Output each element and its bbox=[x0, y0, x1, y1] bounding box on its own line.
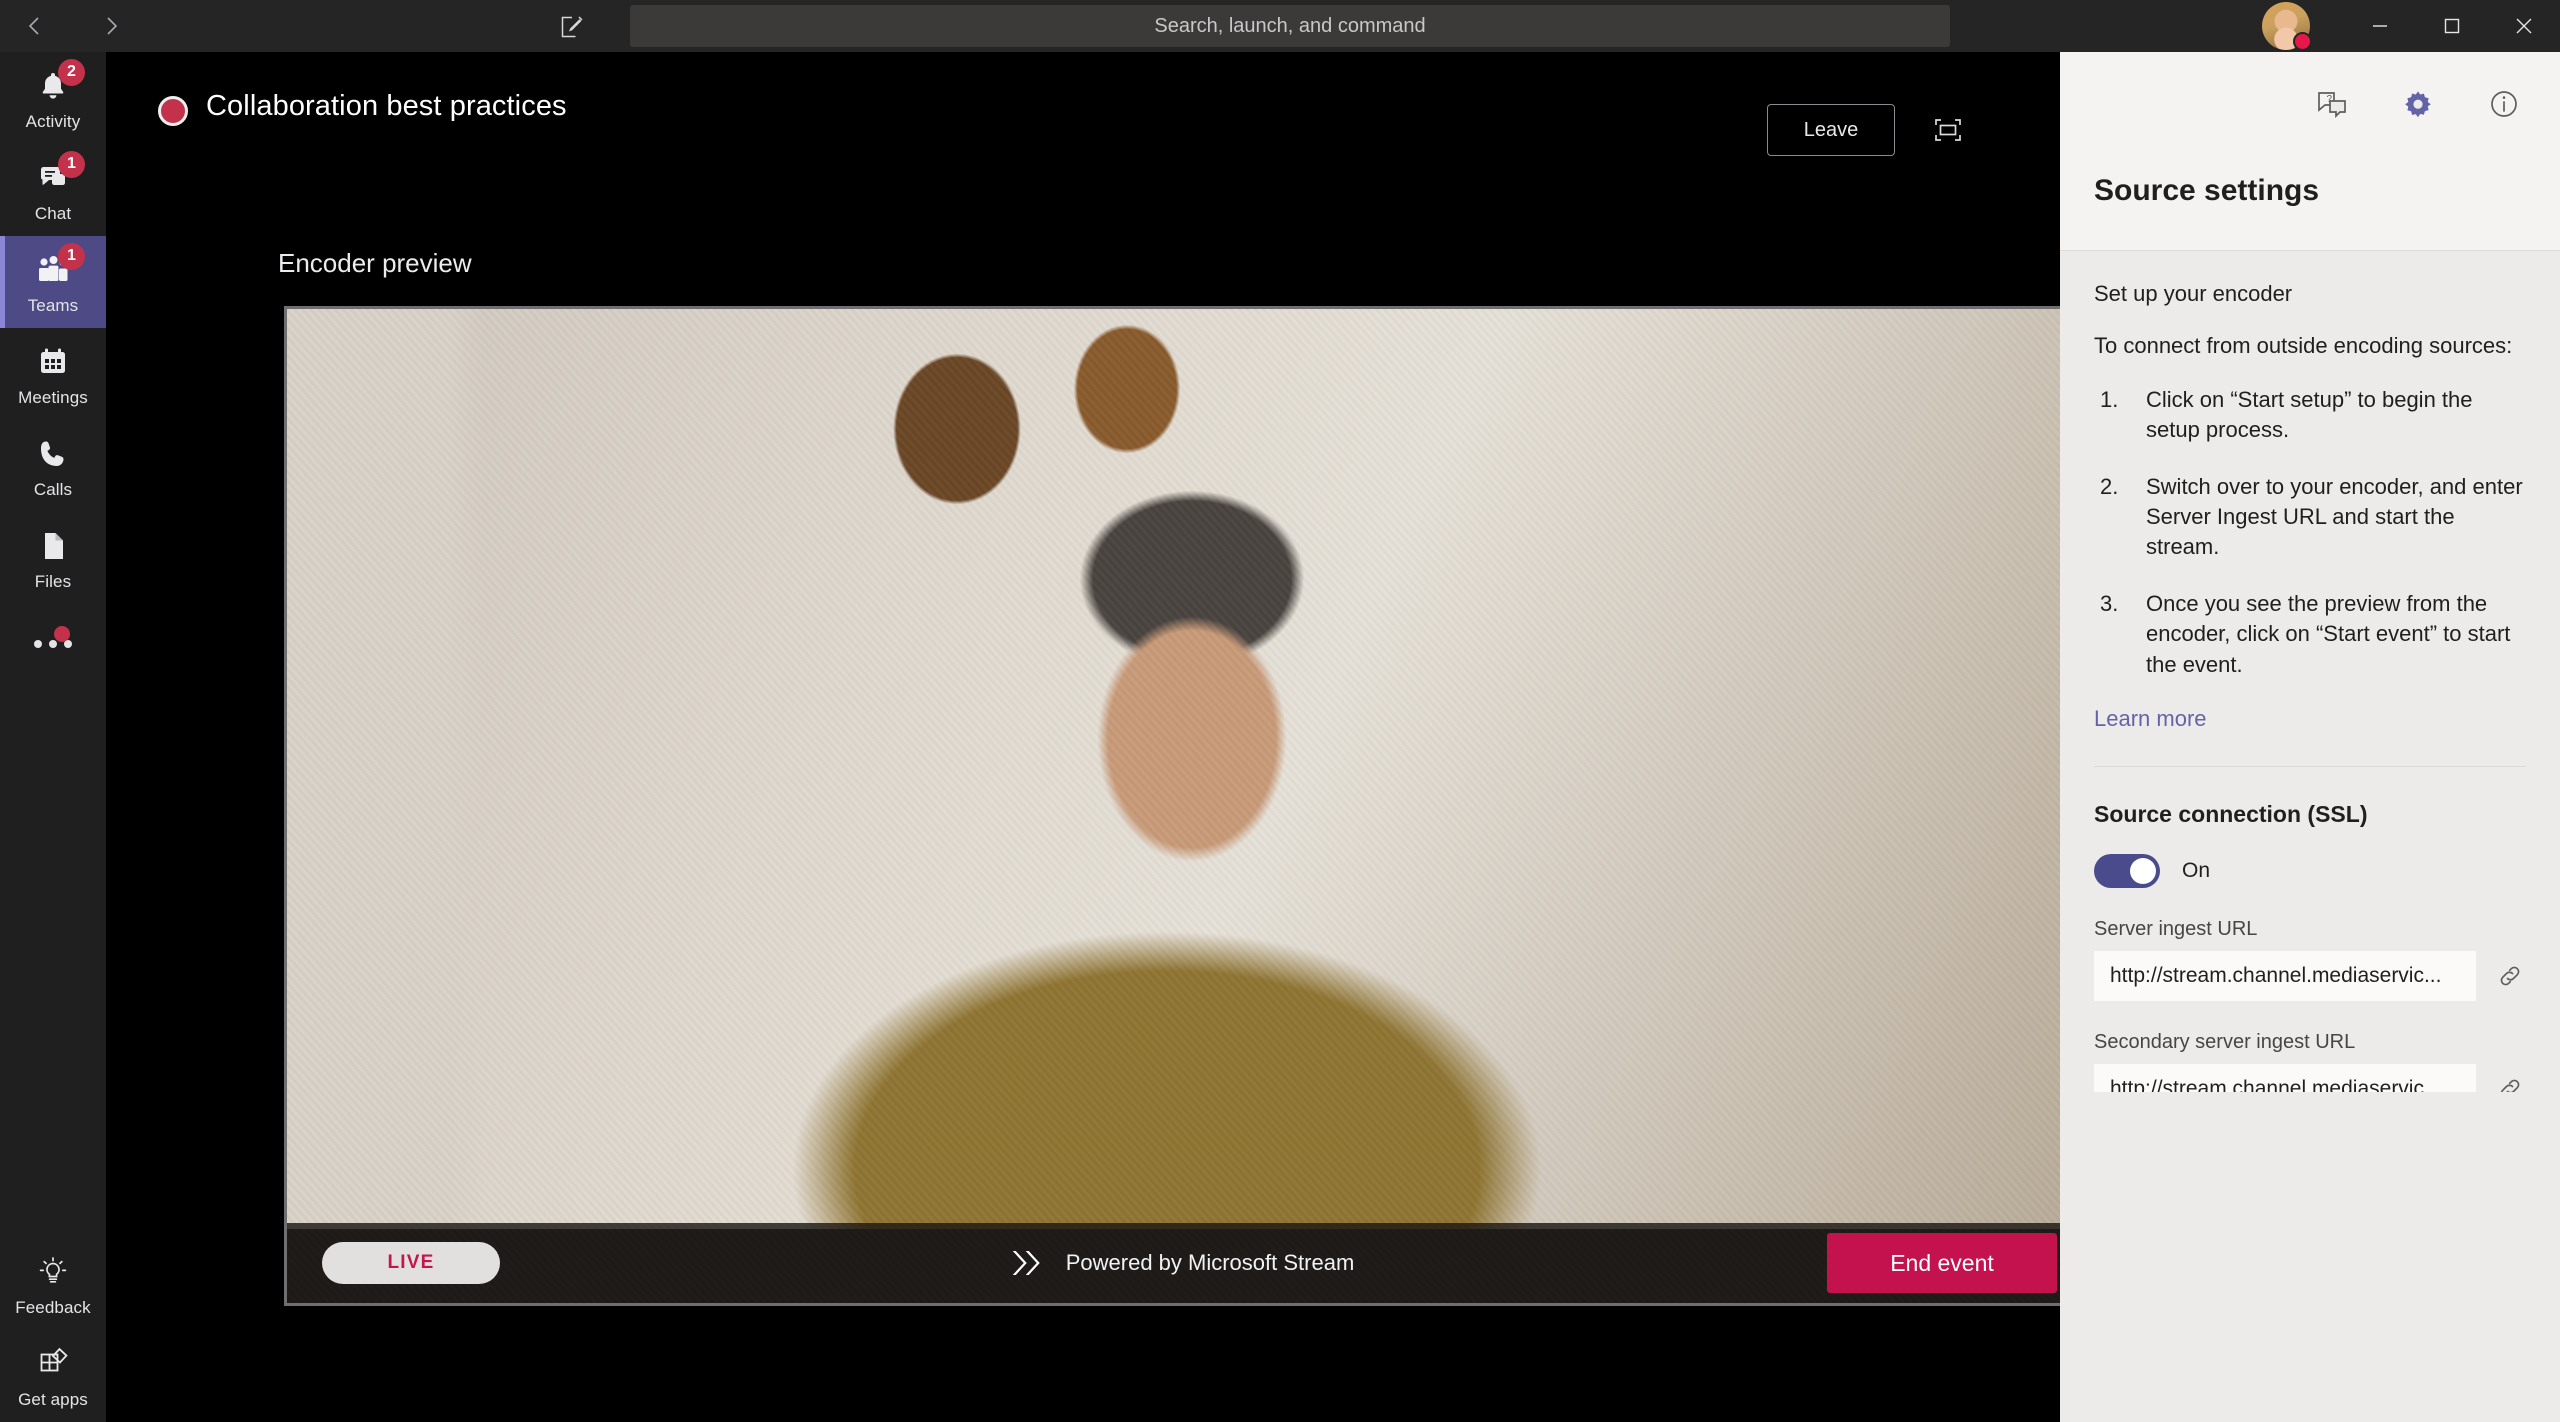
meeting-stage: Collaboration best practices Leave Encod… bbox=[106, 52, 2074, 1422]
encoder-preview-label: Encoder preview bbox=[278, 248, 472, 278]
sidebar-item-meetings[interactable]: Meetings bbox=[0, 328, 106, 420]
server-ingest-url-input[interactable] bbox=[2094, 950, 2476, 1001]
chat-badge: 1 bbox=[58, 150, 85, 178]
end-event-button[interactable]: End event bbox=[1827, 1233, 2057, 1293]
gear-icon[interactable] bbox=[2396, 82, 2440, 126]
panel-title: Source settings bbox=[2060, 156, 2560, 250]
ellipsis-icon bbox=[34, 640, 72, 648]
recording-dot-icon bbox=[158, 96, 188, 126]
sidebar-item-files[interactable]: Files bbox=[0, 512, 106, 604]
sidebar-item-teams[interactable]: 1 Teams bbox=[0, 236, 106, 328]
sidebar-item-label: Files bbox=[34, 571, 72, 591]
more-apps-button[interactable] bbox=[0, 604, 106, 684]
svg-text:?: ? bbox=[2327, 94, 2333, 105]
secondary-server-ingest-url-label: Secondary server ingest URL bbox=[2094, 1030, 2356, 1053]
back-button[interactable] bbox=[18, 9, 52, 43]
video-control-bar: LIVE Powered by Microsoft Stream End eve… bbox=[287, 1223, 2071, 1303]
ssl-heading: Source connection (SSL) bbox=[2094, 800, 2368, 827]
setup-step: Click on “Start setup” to begin the setu… bbox=[2100, 385, 2473, 443]
panel-divider-2 bbox=[2094, 765, 2526, 767]
sidebar-item-activity[interactable]: 2 Activity bbox=[0, 52, 106, 144]
setup-step: Switch over to your encoder, and enter S… bbox=[2100, 472, 2523, 560]
meeting-header: Collaboration best practices Leave bbox=[106, 52, 2060, 156]
sidebar-item-label: Chat bbox=[34, 203, 72, 223]
more-apps-dot-badge bbox=[54, 626, 70, 642]
minimize-button[interactable] bbox=[2344, 0, 2416, 52]
app-rail: 2 Activity 1 Chat 1 Teams Meetings Calls… bbox=[0, 52, 106, 1422]
info-icon[interactable] bbox=[2482, 82, 2526, 126]
live-badge[interactable]: LIVE bbox=[322, 1242, 500, 1284]
chat-icon: 1 bbox=[32, 150, 85, 199]
people-icon: 1 bbox=[32, 242, 85, 291]
setup-steps: Click on “Start setup” to begin the setu… bbox=[2094, 385, 2526, 680]
file-icon bbox=[32, 525, 74, 567]
avatar[interactable] bbox=[2262, 2, 2312, 51]
ssl-toggle-knob bbox=[2130, 857, 2156, 884]
nav-arrows bbox=[18, 9, 128, 43]
lightbulb-icon bbox=[32, 1251, 74, 1293]
setup-step: Once you see the preview from the encode… bbox=[2100, 589, 2511, 677]
compose-icon[interactable] bbox=[555, 10, 589, 44]
sidebar-item-get-apps[interactable]: Get apps bbox=[0, 1330, 106, 1422]
link-icon[interactable] bbox=[2494, 960, 2526, 992]
qna-icon[interactable]: ? bbox=[2310, 82, 2354, 126]
server-ingest-url-label: Server ingest URL bbox=[2094, 917, 2258, 940]
calendar-icon bbox=[32, 341, 74, 383]
setup-heading: Set up your encoder bbox=[2094, 281, 2293, 306]
bell-icon: 2 bbox=[32, 58, 85, 107]
sidebar-item-calls[interactable]: Calls bbox=[0, 420, 106, 512]
teams-badge: 1 bbox=[58, 242, 85, 270]
page-title: Collaboration best practices bbox=[206, 90, 567, 122]
video-image bbox=[287, 309, 2071, 1229]
sidebar-item-label: Meetings bbox=[18, 387, 88, 407]
get-apps-icon bbox=[32, 1343, 74, 1385]
stream-logo-icon bbox=[1012, 1251, 1040, 1275]
sidebar-item-label: Teams bbox=[27, 295, 79, 315]
panel-empty-space bbox=[2060, 1092, 2560, 1422]
ssl-toggle-row: On bbox=[2094, 853, 2526, 888]
leave-button[interactable]: Leave bbox=[1767, 104, 1895, 156]
maximize-button[interactable] bbox=[2416, 0, 2488, 52]
sidebar-item-label: Activity bbox=[25, 111, 81, 131]
search-bar[interactable] bbox=[630, 5, 1950, 47]
rail-bottom: Feedback Get apps bbox=[0, 1238, 106, 1422]
server-ingest-url-row bbox=[2094, 950, 2526, 1001]
window-controls bbox=[2262, 0, 2560, 52]
panel-body: Set up your encoder To connect from outs… bbox=[2060, 251, 2560, 1114]
close-button[interactable] bbox=[2488, 0, 2560, 52]
source-settings-panel: ? Source settings Set up your encoder To… bbox=[2060, 52, 2560, 1422]
search-input[interactable] bbox=[630, 5, 1950, 47]
sidebar-item-label: Feedback bbox=[15, 1297, 91, 1317]
setup-subtext: To connect from outside encoding sources… bbox=[2094, 333, 2513, 358]
sidebar-item-feedback[interactable]: Feedback bbox=[0, 1238, 106, 1330]
encoder-preview-video[interactable]: LIVE Powered by Microsoft Stream End eve… bbox=[284, 306, 2074, 1306]
sidebar-item-label: Calls bbox=[33, 479, 73, 499]
stream-branding-text: Powered by Microsoft Stream bbox=[1065, 1250, 1355, 1275]
presence-badge bbox=[2293, 32, 2312, 51]
ssl-toggle[interactable] bbox=[2094, 853, 2160, 888]
forward-button[interactable] bbox=[94, 9, 128, 43]
activity-badge: 2 bbox=[58, 58, 85, 86]
fullscreen-icon[interactable] bbox=[1926, 108, 1970, 152]
title-bar bbox=[0, 0, 2560, 52]
sidebar-item-chat[interactable]: 1 Chat bbox=[0, 144, 106, 236]
phone-icon bbox=[32, 433, 74, 475]
stream-branding: Powered by Microsoft Stream bbox=[1010, 1246, 1355, 1280]
learn-more-link[interactable]: Learn more bbox=[2094, 706, 2207, 732]
ssl-state-label: On bbox=[2182, 858, 2211, 882]
sidebar-item-label: Get apps bbox=[18, 1389, 88, 1409]
panel-toolbar: ? bbox=[2060, 52, 2560, 156]
